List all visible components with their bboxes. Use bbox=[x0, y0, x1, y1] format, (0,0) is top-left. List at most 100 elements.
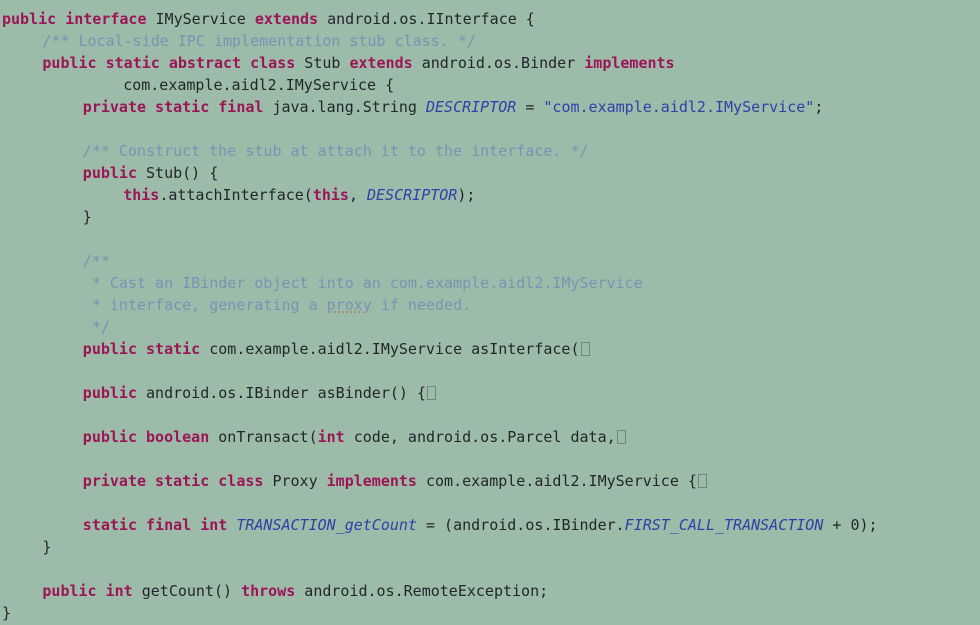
code-token-kw: public bbox=[82, 428, 137, 446]
code-token-plain: } bbox=[42, 538, 52, 556]
code-line[interactable] bbox=[0, 118, 980, 140]
code-token-plain: com.example.aidl2.IMyService { bbox=[416, 472, 697, 490]
code-token-plain: Proxy bbox=[263, 472, 327, 490]
code-token-kw: throws bbox=[241, 582, 296, 600]
code-token-kw: static bbox=[155, 472, 210, 490]
code-token-kw: int bbox=[317, 428, 345, 446]
code-token-kw: static bbox=[82, 516, 137, 534]
code-token-cmt: if needed. bbox=[371, 296, 472, 314]
code-token-cmt: /** Construct the stub at attach it to t… bbox=[82, 142, 589, 160]
code-token-kw: boolean bbox=[146, 428, 210, 446]
code-token-kw: int bbox=[200, 516, 228, 534]
code-token-stat: FIRST_CALL_TRANSACTION bbox=[624, 516, 824, 534]
code-line[interactable] bbox=[0, 228, 980, 250]
code-editor[interactable]: public interface IMyService extends andr… bbox=[0, 0, 980, 625]
code-line[interactable]: * Cast an IBinder object into an com.exa… bbox=[0, 272, 980, 294]
code-token-kw: class bbox=[218, 472, 264, 490]
code-token-plain: = bbox=[516, 98, 544, 116]
code-line[interactable] bbox=[0, 448, 980, 470]
code-token-plain: android.os.Binder bbox=[412, 54, 585, 72]
code-line[interactable]: public static abstract class Stub extend… bbox=[0, 52, 980, 74]
code-line[interactable]: } bbox=[0, 602, 980, 624]
code-token-plain: android.os.IInterface { bbox=[318, 10, 535, 28]
code-content[interactable]: public interface IMyService extends andr… bbox=[0, 8, 980, 624]
code-line[interactable]: /** Construct the stub at attach it to t… bbox=[0, 140, 980, 162]
code-token-plain: code, android.os.Parcel data, bbox=[344, 428, 616, 446]
code-token-plain: } bbox=[82, 208, 92, 226]
code-token-stat: DESCRIPTOR bbox=[367, 186, 458, 204]
code-token-kw: public bbox=[42, 582, 97, 600]
folded-code-placeholder[interactable] bbox=[616, 430, 626, 444]
folded-code-placeholder[interactable] bbox=[426, 386, 436, 400]
code-token-kw: implements bbox=[326, 472, 417, 490]
code-token-kw: public bbox=[82, 164, 137, 182]
code-token-plain: android.os.RemoteException; bbox=[295, 582, 549, 600]
code-token-cmt: /** bbox=[82, 252, 110, 270]
code-line[interactable]: private static final java.lang.String DE… bbox=[0, 96, 980, 118]
code-token-plain: , bbox=[348, 186, 368, 204]
code-token-plain: Stub bbox=[295, 54, 350, 72]
code-token-plain: onTransact( bbox=[209, 428, 318, 446]
code-token-kw: final bbox=[146, 516, 192, 534]
code-line[interactable] bbox=[0, 558, 980, 580]
code-line[interactable]: public Stub() { bbox=[0, 162, 980, 184]
code-token-kw: extends bbox=[254, 10, 319, 28]
code-token-kw: implements bbox=[584, 54, 675, 72]
code-line[interactable]: public interface IMyService extends andr… bbox=[0, 8, 980, 30]
code-token-kw: static bbox=[105, 54, 160, 72]
code-token-kw: public bbox=[82, 340, 137, 358]
code-line[interactable]: public static com.example.aidl2.IMyServi… bbox=[0, 338, 980, 360]
code-line[interactable]: public android.os.IBinder asBinder() { bbox=[0, 382, 980, 404]
code-token-plain: com.example.aidl2.IMyService asInterface… bbox=[200, 340, 580, 358]
code-token-kw: extends bbox=[349, 54, 413, 72]
code-line[interactable]: * interface, generating a proxy if neede… bbox=[0, 294, 980, 316]
code-line[interactable]: public boolean onTransact(int code, andr… bbox=[0, 426, 980, 448]
code-token-kw: public bbox=[2, 10, 57, 28]
code-token-plain: + 0); bbox=[823, 516, 878, 534]
code-token-kw: private bbox=[82, 98, 147, 116]
code-line[interactable]: } bbox=[0, 206, 980, 228]
code-token-cmt: * Cast an IBinder object into an com.exa… bbox=[82, 274, 643, 292]
code-token-cmt: proxy bbox=[326, 296, 372, 314]
code-token-cmt: * interface, generating a bbox=[82, 296, 327, 314]
code-token-kw: abstract bbox=[168, 54, 242, 72]
code-line[interactable] bbox=[0, 360, 980, 382]
folded-code-placeholder[interactable] bbox=[697, 474, 707, 488]
code-line[interactable]: private static class Proxy implements co… bbox=[0, 470, 980, 492]
code-line[interactable] bbox=[0, 492, 980, 514]
code-token-str: "com.example.aidl2.IMyService" bbox=[543, 98, 815, 116]
code-token-cmt: */ bbox=[82, 318, 110, 336]
code-line[interactable]: /** Local-side IPC implementation stub c… bbox=[0, 30, 980, 52]
code-token-kw: static bbox=[155, 98, 210, 116]
code-token-plain: com.example.aidl2.IMyService { bbox=[123, 76, 395, 94]
code-token-plain: Stub() { bbox=[136, 164, 219, 182]
code-token-kw: this bbox=[123, 186, 160, 204]
code-line[interactable]: this.attachInterface(this, DESCRIPTOR); bbox=[0, 184, 980, 206]
code-line[interactable]: com.example.aidl2.IMyService { bbox=[0, 74, 980, 96]
code-token-plain: ; bbox=[814, 98, 824, 116]
code-line[interactable]: public int getCount() throws android.os.… bbox=[0, 580, 980, 602]
code-token-kw: class bbox=[250, 54, 296, 72]
code-token-kw: public bbox=[42, 54, 97, 72]
code-line[interactable]: /** bbox=[0, 250, 980, 272]
code-line[interactable]: static final int TRANSACTION_getCount = … bbox=[0, 514, 980, 536]
code-token-plain: getCount() bbox=[132, 582, 242, 600]
code-token-kw: interface bbox=[65, 10, 147, 28]
code-line[interactable] bbox=[0, 404, 980, 426]
code-line[interactable]: } bbox=[0, 536, 980, 558]
code-token-stat: DESCRIPTOR bbox=[425, 98, 517, 116]
folded-code-placeholder[interactable] bbox=[580, 342, 590, 356]
code-token-plain: .attachInterface( bbox=[159, 186, 313, 204]
code-token-cmt: /** Local-side IPC implementation stub c… bbox=[42, 32, 476, 50]
code-line[interactable]: */ bbox=[0, 316, 980, 338]
